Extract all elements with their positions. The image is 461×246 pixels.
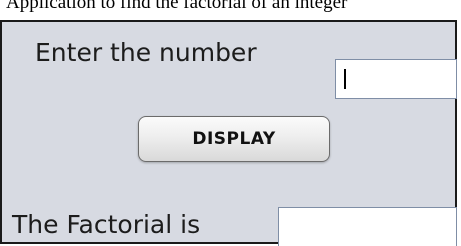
page: Application to find the factorial of an … bbox=[0, 0, 461, 246]
caption-text: Application to find the factorial of an … bbox=[6, 0, 348, 13]
factorial-result-field[interactable] bbox=[278, 207, 457, 246]
number-input[interactable] bbox=[335, 59, 457, 99]
number-label: Enter the number bbox=[35, 38, 257, 67]
display-button[interactable]: DISPLAY bbox=[138, 116, 330, 162]
factorial-form-panel: Enter the number DISPLAY The Factorial i… bbox=[0, 20, 457, 246]
factorial-result-label: The Factorial is bbox=[12, 210, 201, 239]
